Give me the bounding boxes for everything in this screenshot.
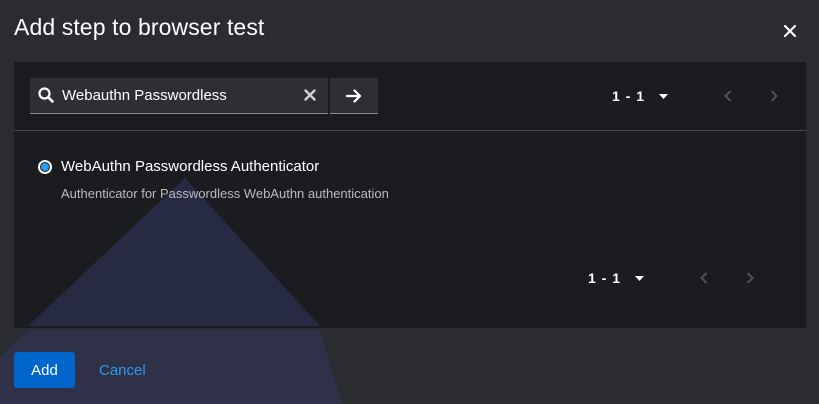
caret-down-icon xyxy=(635,275,644,281)
modal-footer: Add Cancel xyxy=(14,352,146,388)
close-icon xyxy=(784,25,796,37)
add-button[interactable]: Add xyxy=(14,352,75,388)
chevron-right-icon xyxy=(746,272,754,284)
results-panel: 1 - 1 WebAuthn Pass xyxy=(14,62,806,328)
search-box xyxy=(30,78,328,114)
chevron-left-icon xyxy=(700,272,708,284)
search-icon xyxy=(38,87,54,103)
pagination-range-bottom: 1 - 1 xyxy=(587,270,621,286)
arrow-right-icon xyxy=(346,88,362,103)
modal-title: Add step to browser test xyxy=(14,14,265,40)
next-page-button[interactable] xyxy=(762,84,786,108)
pagination-range-toggle[interactable]: 1 - 1 xyxy=(612,88,694,104)
option-description: Authenticator for Passwordless WebAuthn … xyxy=(61,186,389,201)
pagination-top: 1 - 1 xyxy=(612,81,786,111)
caret-down-icon xyxy=(659,93,668,99)
cancel-button[interactable]: Cancel xyxy=(99,362,146,379)
option-radio[interactable] xyxy=(38,160,52,174)
search-input[interactable] xyxy=(62,78,292,112)
toolbar: 1 - 1 xyxy=(14,62,806,131)
previous-page-button[interactable] xyxy=(716,84,740,108)
pagination-bottom: 1 - 1 xyxy=(588,263,762,293)
modal-dialog: Add step to browser test Webauthn Passwo… xyxy=(0,0,819,404)
pagination-range-toggle-bottom[interactable]: 1 - 1 xyxy=(588,270,670,286)
chevron-left-icon xyxy=(724,90,732,102)
pagination-range: 1 - 1 xyxy=(611,88,645,104)
chevron-right-icon xyxy=(770,90,778,102)
close-button[interactable] xyxy=(781,22,799,40)
clear-search-icon[interactable] xyxy=(304,89,316,101)
search-submit-button[interactable] xyxy=(330,78,378,114)
option-label: WebAuthn Passwordless Authenticator xyxy=(61,158,320,175)
previous-page-button-bottom[interactable] xyxy=(692,266,716,290)
next-page-button-bottom[interactable] xyxy=(738,266,762,290)
